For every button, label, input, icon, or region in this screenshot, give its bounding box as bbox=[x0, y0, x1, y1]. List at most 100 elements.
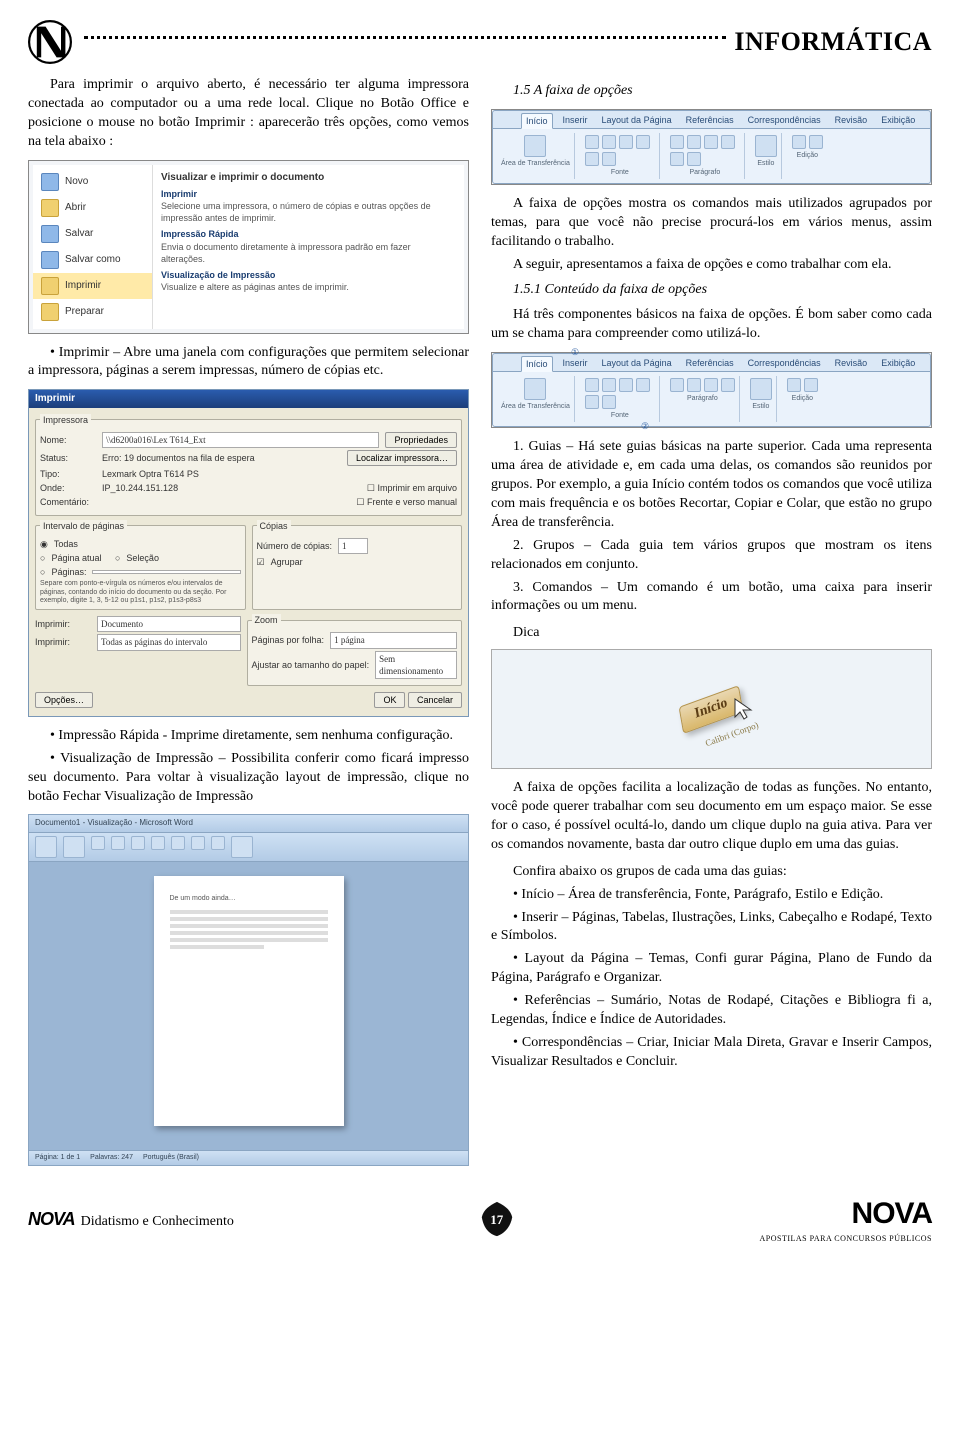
preview-margins-icon[interactable] bbox=[91, 836, 105, 850]
figure-ribbon-annotated-wrap: ① 1 Início Inserir Layout da Página Refe… bbox=[491, 352, 932, 429]
paste-icon[interactable] bbox=[524, 135, 546, 157]
preview-size-icon[interactable] bbox=[131, 836, 145, 850]
properties-button[interactable]: Propriedades bbox=[385, 432, 457, 448]
submenu-quickprint[interactable]: Impressão RápidaEnvia o documento direta… bbox=[161, 228, 456, 264]
radio-selection[interactable]: Seleção bbox=[126, 552, 159, 564]
font-underline-icon[interactable] bbox=[619, 135, 633, 149]
menu-item-abrir[interactable]: Abrir bbox=[33, 195, 152, 221]
preview-onepage-icon[interactable] bbox=[171, 836, 185, 850]
para-icon-2a[interactable] bbox=[670, 378, 684, 392]
left-column: Para imprimir o arquivo aberto, é necess… bbox=[28, 76, 469, 1176]
bullets-icon[interactable] bbox=[721, 135, 735, 149]
preview-page-area: De um modo ainda… bbox=[29, 862, 468, 1150]
font-color-icon[interactable] bbox=[636, 135, 650, 149]
para-icon-2d[interactable] bbox=[721, 378, 735, 392]
tab-revisao[interactable]: Revisão bbox=[831, 113, 872, 128]
scale-select[interactable]: Sem dimensionamento bbox=[375, 651, 457, 679]
chk-duplex[interactable]: ☐ Frente e verso manual bbox=[356, 496, 457, 508]
preview-zoom-icon[interactable] bbox=[151, 836, 165, 850]
b-layout: • Layout da Página – Temas, Confi gurar … bbox=[491, 950, 932, 988]
menu-item-salvar[interactable]: Salvar bbox=[33, 221, 152, 247]
edit-icon-2a[interactable] bbox=[787, 378, 801, 392]
font-size-icon[interactable] bbox=[602, 152, 616, 166]
submenu-print[interactable]: ImprimirSelecione uma impressora, o núme… bbox=[161, 188, 456, 224]
indent-icon[interactable] bbox=[687, 152, 701, 166]
tab-inicio[interactable]: Início bbox=[521, 113, 553, 129]
tab-revisao-2[interactable]: Revisão bbox=[831, 356, 872, 371]
preview-print-icon[interactable] bbox=[35, 836, 57, 858]
cancel-button[interactable]: Cancelar bbox=[408, 692, 462, 708]
preview-options-icon[interactable] bbox=[63, 836, 85, 858]
cursor-icon bbox=[733, 697, 757, 721]
page-number-badge: 17 bbox=[478, 1200, 516, 1238]
preview-pagewidth-icon[interactable] bbox=[211, 836, 225, 850]
b-referencias: • Referências – Sumário, Notas de Rodapé… bbox=[491, 992, 932, 1030]
para-icon-2b[interactable] bbox=[687, 378, 701, 392]
p-r2: A seguir, apresentamos a faixa de opções… bbox=[491, 256, 932, 275]
ppsheet-select[interactable]: 1 página bbox=[330, 632, 457, 648]
replace-icon[interactable] bbox=[809, 135, 823, 149]
group-edit: Edição bbox=[797, 151, 818, 160]
submenu-preview[interactable]: Visualização de ImpressãoVisualize e alt… bbox=[161, 269, 456, 293]
font-highlight-icon[interactable] bbox=[585, 152, 599, 166]
find-icon[interactable] bbox=[792, 135, 806, 149]
menu-item-imprimir[interactable]: Imprimir bbox=[33, 273, 152, 299]
ok-button[interactable]: OK bbox=[374, 692, 405, 708]
copies-input[interactable]: 1 bbox=[338, 538, 368, 554]
tab-inicio-2[interactable]: Início bbox=[521, 356, 553, 372]
styles-icon-2[interactable] bbox=[750, 378, 772, 400]
font-bold-icon[interactable] bbox=[585, 135, 599, 149]
collate-check[interactable]: ☑ Agrupar bbox=[257, 556, 458, 568]
bullet-quickprint: • Impressão Rápida - Imprime diretamente… bbox=[28, 727, 469, 746]
printwhat-select[interactable]: Documento bbox=[97, 616, 241, 632]
printsel-select[interactable]: Todas as páginas do intervalo bbox=[97, 634, 241, 650]
font-icon-2e[interactable] bbox=[585, 395, 599, 409]
menu-item-novo[interactable]: Novo bbox=[33, 169, 152, 195]
font-icon-2b[interactable] bbox=[602, 378, 616, 392]
tab-layout-2[interactable]: Layout da Página bbox=[598, 356, 676, 371]
radio-pages[interactable]: ○ Páginas: bbox=[40, 566, 241, 578]
styles-icon[interactable] bbox=[755, 135, 777, 157]
para-icon-2c[interactable] bbox=[704, 378, 718, 392]
radio-current[interactable]: ○ Página atual ○ Seleção bbox=[40, 552, 241, 564]
group-copies: Cópias bbox=[257, 520, 291, 532]
font-icon-2f[interactable] bbox=[602, 395, 616, 409]
paste-icon-2[interactable] bbox=[524, 378, 546, 400]
tab-correspondencias[interactable]: Correspondências bbox=[744, 113, 825, 128]
bullet-preview: • Visualização de Impressão – Possibilit… bbox=[28, 750, 469, 807]
tab-exibicao[interactable]: Exibição bbox=[877, 113, 919, 128]
printer-name-field[interactable]: \\d6200a016\Lex T614_Ext bbox=[102, 432, 379, 448]
tab-inserir-2[interactable]: Inserir bbox=[559, 356, 592, 371]
font-italic-icon[interactable] bbox=[602, 135, 616, 149]
group-paragraph-2: Parágrafo bbox=[687, 394, 718, 403]
lbl-ppsheet: Páginas por folha: bbox=[252, 634, 325, 646]
font-icon-2a[interactable] bbox=[585, 378, 599, 392]
menu-item-salvar-como[interactable]: Salvar como bbox=[33, 247, 152, 273]
tab-exibicao-2[interactable]: Exibição bbox=[877, 356, 919, 371]
tab-layout[interactable]: Layout da Página bbox=[598, 113, 676, 128]
tab-inserir[interactable]: Inserir bbox=[559, 113, 592, 128]
align-left-icon[interactable] bbox=[670, 135, 684, 149]
callout-1: ① 1 bbox=[571, 346, 579, 358]
tab-correspondencias-2[interactable]: Correspondências bbox=[744, 356, 825, 371]
preview-twopages-icon[interactable] bbox=[191, 836, 205, 850]
align-right-icon[interactable] bbox=[704, 135, 718, 149]
find-printer-button[interactable]: Localizar impressora… bbox=[347, 450, 457, 466]
tab-referencias[interactable]: Referências bbox=[682, 113, 738, 128]
font-icon-2c[interactable] bbox=[619, 378, 633, 392]
options-button[interactable]: Opções… bbox=[35, 692, 93, 708]
preview-close-icon[interactable] bbox=[231, 836, 253, 858]
tab-referencias-2[interactable]: Referências bbox=[682, 356, 738, 371]
pages-input[interactable] bbox=[92, 570, 240, 574]
align-center-icon[interactable] bbox=[687, 135, 701, 149]
chk-tofile[interactable]: ☐ Imprimir em arquivo bbox=[367, 482, 457, 494]
font-icon-2d[interactable] bbox=[636, 378, 650, 392]
menu-item-preparar[interactable]: Preparar bbox=[33, 299, 152, 325]
preview-orientation-icon[interactable] bbox=[111, 836, 125, 850]
lbl-printwhat: Imprimir: bbox=[35, 618, 91, 630]
page-number: 17 bbox=[490, 1211, 503, 1229]
numbering-icon[interactable] bbox=[670, 152, 684, 166]
edit-icon-2b[interactable] bbox=[804, 378, 818, 392]
radio-all[interactable]: ◉ Todas bbox=[40, 538, 241, 550]
intro-paragraph: Para imprimir o arquivo aberto, é necess… bbox=[28, 76, 469, 152]
